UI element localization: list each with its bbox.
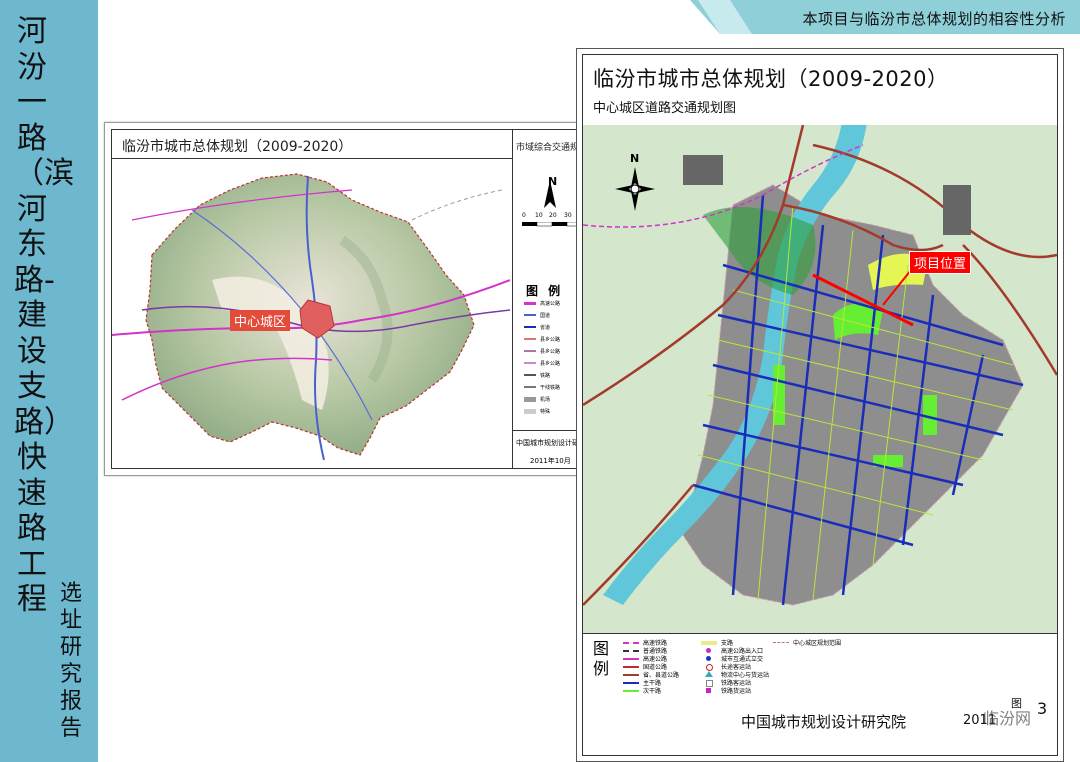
legend-swatch [524, 326, 536, 328]
project-location-label: 项目位置 [909, 251, 972, 274]
panel-divider [512, 130, 513, 468]
legend-swatch [701, 641, 717, 645]
legend-swatch [524, 314, 536, 316]
scale-label-10: 10 [535, 212, 543, 219]
city-legend-title: 图例 [593, 639, 610, 678]
title-divider [112, 158, 512, 159]
regional-map-panel: 临汾市城市总体规划（2009-2020） 市域综合交通规划 中心城区 N 0 1… [104, 122, 593, 476]
center-city-label: 中心城区 [230, 310, 291, 331]
legend-item: 铁路货运站 [721, 688, 752, 695]
legend-swatch [706, 664, 713, 671]
city-legend-col2: 支路 高速公路出入口 城市互通式立交 长途客运站 物流中心与货运站 铁路客运站 … [701, 638, 781, 698]
city-legend-col3: 中心城区规划范围 [773, 638, 873, 650]
legend-item: 铁路 [540, 373, 551, 379]
sidebar: 河汾一路（滨河东路-建设支路）快速路工程 选址研究报告 [0, 0, 98, 762]
sidebar-subtitle: 选址研究报告 [59, 581, 82, 741]
legend-swatch [705, 671, 713, 677]
legend-item: 干线铁路 [540, 385, 561, 391]
city-north-label: N [630, 152, 640, 165]
header-banner: 本项目与临汾市总体规划的相容性分析 [690, 0, 1080, 34]
city-map-title: 临汾市城市总体规划（2009-2020） [593, 67, 949, 91]
watermark-text: 临汾网 [983, 709, 1032, 728]
legend-swatch [706, 648, 711, 653]
legend-swatch [623, 682, 639, 684]
legend-item: 省道 [540, 325, 551, 331]
sidebar-title: 河汾一路（滨河东路-建设支路）快速路工程 [14, 14, 74, 617]
planned-line [411, 189, 503, 221]
regional-legend-title: 图 例 [526, 284, 564, 298]
footer-divider [512, 430, 578, 431]
legend-item: 机场 [540, 397, 551, 403]
legend-item: 特殊 [540, 409, 551, 415]
city-map-subtitle: 中心城区道路交通规划图 [593, 101, 737, 116]
sheet-number: 3 [1037, 699, 1048, 718]
city-road-map-panel: 临汾市城市总体规划（2009-2020） 中心城区道路交通规划图 项目位置 N … [576, 48, 1064, 762]
legend-swatch [623, 674, 639, 676]
city-institute: 中国城市规划设计研究院 [741, 713, 907, 731]
legend-item: 县乡公路 [540, 361, 561, 367]
regional-map-frame: 临汾市城市总体规划（2009-2020） 市域综合交通规划 中心城区 N 0 1… [111, 129, 593, 469]
legend-swatch [524, 397, 536, 402]
legend-item: 次干路 [643, 688, 662, 695]
legend-swatch [773, 642, 789, 643]
legend-divider [583, 633, 1057, 634]
legend-swatch [623, 666, 639, 668]
legend-item: 中心城区规划范围 [793, 640, 842, 647]
legend-swatch [524, 302, 536, 305]
industrial-block [943, 185, 971, 235]
legend-swatch [623, 642, 639, 646]
legend-swatch [524, 374, 536, 376]
city-legend-col1: 高速铁路 普通铁路 高速公路 国道公路 省、县道公路 主干路 次干路 [623, 638, 703, 698]
legend-swatch [524, 350, 536, 352]
regional-map-graphic [112, 173, 510, 461]
compass-rose-icon [615, 167, 655, 211]
legend-item: 高速公路 [540, 301, 561, 307]
regional-map-title: 临汾市城市总体规划（2009-2020） [122, 139, 353, 155]
legend-swatch [524, 386, 536, 388]
legend-swatch [706, 656, 711, 661]
legend-swatch [623, 690, 639, 692]
legend-swatch [706, 680, 713, 687]
legend-item: 国道 [540, 313, 551, 319]
legend-swatch [623, 650, 639, 654]
legend-swatch [524, 409, 536, 414]
scale-label-0: 0 [522, 212, 526, 219]
banner-title: 本项目与临汾市总体规划的相容性分析 [802, 10, 1066, 28]
city-road-map-frame: 临汾市城市总体规划（2009-2020） 中心城区道路交通规划图 项目位置 N … [582, 54, 1058, 756]
legend-swatch [706, 688, 711, 693]
regional-legend: 高速公路 国道 省道 县乡公路 县乡公路 县乡公路 铁路 干线铁路 机场 特殊 [514, 300, 578, 420]
scale-label-30: 30 [564, 212, 572, 219]
industrial-block [683, 155, 723, 185]
legend-swatch [623, 658, 639, 660]
legend-item: 县乡公路 [540, 337, 561, 343]
legend-swatch [524, 362, 536, 364]
legend-item: 县乡公路 [540, 349, 561, 355]
regional-date: 2011年10月 [530, 457, 571, 465]
regional-scale-bar [522, 222, 582, 227]
scale-label-20: 20 [549, 212, 557, 219]
legend-swatch [524, 338, 536, 340]
